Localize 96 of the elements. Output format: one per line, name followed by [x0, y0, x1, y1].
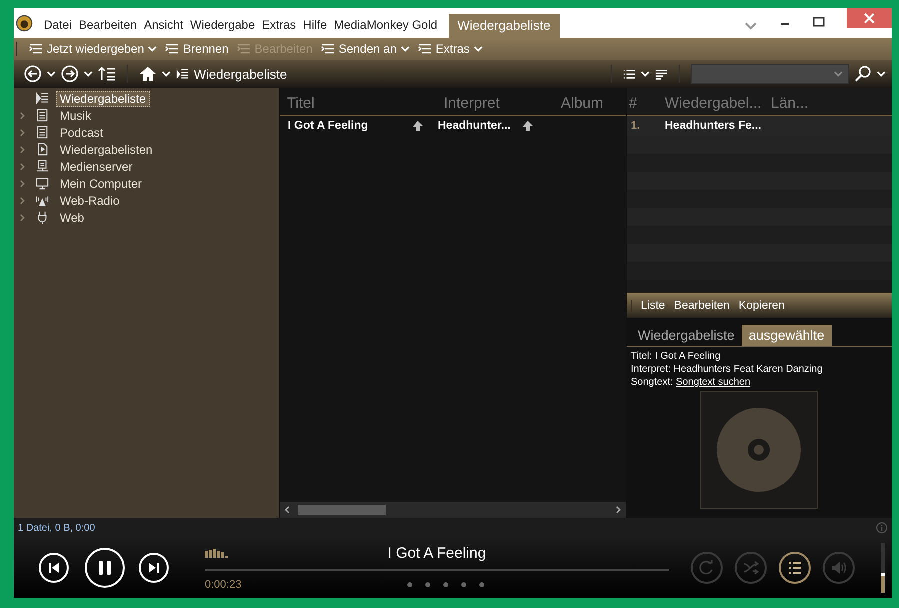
menu-item[interactable]: Ansicht — [141, 18, 188, 38]
antenna-icon — [36, 194, 49, 207]
column-header[interactable]: Wiedergabel... — [663, 95, 769, 112]
details-view-icon[interactable] — [655, 68, 668, 80]
expand-icon[interactable] — [20, 128, 26, 136]
info-label: Songtext: — [631, 377, 674, 388]
toolbar-icon — [236, 43, 251, 55]
scroll-left-icon[interactable] — [284, 506, 290, 514]
search-icon[interactable] — [854, 65, 872, 83]
toolbar-icon — [320, 43, 335, 55]
column-header[interactable]: Album — [554, 95, 604, 112]
menu-item[interactable]: Wiedergabe — [187, 18, 260, 38]
next-icon — [148, 562, 160, 574]
tree-item[interactable]: Medienserver — [56, 158, 137, 174]
repeat-icon — [699, 560, 715, 576]
server-icon — [36, 160, 49, 173]
previous-button[interactable] — [39, 553, 69, 583]
speaker-icon — [831, 560, 847, 576]
search-field[interactable] — [691, 64, 849, 84]
menu-item[interactable]: Extras — [259, 18, 300, 38]
toolbar-icon — [418, 43, 432, 55]
elapsed-time: 0:00:23 — [205, 579, 243, 591]
expand-icon[interactable] — [20, 146, 26, 154]
monitor-icon — [36, 177, 49, 190]
expand-icon[interactable] — [20, 196, 26, 204]
breadcrumb[interactable]: Wiedergabeliste — [194, 66, 288, 82]
app-logo-icon — [16, 14, 33, 32]
file-icon — [36, 143, 49, 156]
column-header[interactable]: Interpret — [437, 95, 554, 112]
column-header[interactable]: Titel — [280, 95, 437, 112]
menu-item[interactable]: Hilfe — [300, 18, 332, 38]
expand-icon[interactable] — [20, 180, 26, 188]
status-text: 1 Datei, 0 B, 0:00 — [18, 522, 96, 534]
tree-item[interactable]: Wiedergabeliste — [56, 90, 150, 106]
now-playing-title: I Got A Feeling — [386, 544, 488, 562]
track-number: 1. — [631, 120, 642, 132]
plug-icon — [36, 211, 49, 224]
tab[interactable]: Wiedergabeliste — [631, 325, 742, 346]
expand-icon[interactable] — [20, 112, 26, 120]
shuffle-icon — [743, 560, 759, 576]
page-dots[interactable] — [407, 582, 485, 588]
expand-icon[interactable] — [20, 162, 26, 170]
forward-icon[interactable] — [61, 65, 79, 83]
list-icon — [36, 109, 49, 122]
volume-slider[interactable] — [881, 543, 885, 593]
view-tab[interactable]: Wiedergabeliste — [448, 14, 560, 38]
arrow-up-icon — [412, 120, 424, 132]
list-icon — [787, 560, 803, 576]
tree-item[interactable]: Podcast — [56, 124, 108, 140]
tree-item[interactable]: Wiedergabelisten — [56, 142, 157, 158]
playlist-icon — [176, 68, 189, 80]
column-header[interactable]: # — [627, 95, 663, 112]
tab[interactable]: ausgewählte — [742, 325, 832, 346]
toolbar-button[interactable]: Senden an — [316, 42, 414, 56]
close-button[interactable] — [847, 8, 892, 28]
info-line: Titel: I Got A Feeling — [631, 350, 722, 363]
home-icon[interactable] — [139, 65, 157, 83]
table-cell-text: Headhunter... — [438, 120, 512, 132]
menu-item[interactable]: Kopieren — [738, 300, 785, 312]
playlist-button[interactable] — [779, 552, 811, 584]
table-cell-text: I Got A Feeling — [288, 120, 370, 132]
play-pause-button[interactable] — [85, 548, 125, 588]
up-list-icon[interactable] — [98, 65, 116, 83]
menu-item[interactable]: Bearbeiten — [76, 18, 142, 38]
lyrics-link[interactable]: Songtext suchen — [676, 377, 751, 388]
close-icon — [864, 12, 875, 24]
previous-icon — [48, 562, 60, 574]
pause-icon — [98, 560, 112, 576]
scroll-right-icon[interactable] — [616, 506, 622, 514]
caret-icon — [834, 71, 843, 77]
toolbar-icon — [29, 43, 43, 55]
maximize-icon[interactable] — [813, 17, 825, 27]
info-line: Interpret: Headhunters Feat Karen Danzing — [631, 363, 824, 376]
list-view-icon[interactable] — [623, 68, 636, 80]
toolbar-icon — [165, 43, 180, 55]
list-icon — [36, 126, 49, 139]
playlist-icon — [36, 92, 49, 105]
toolbar-button[interactable]: Jetzt wiedergeben — [25, 42, 162, 56]
tree-item[interactable]: Web — [56, 210, 88, 226]
back-icon[interactable] — [24, 65, 42, 83]
toolbar-button[interactable]: Extras — [414, 42, 487, 56]
tree-item[interactable]: Mein Computer — [56, 176, 146, 192]
toolbar-button[interactable]: Brennen — [161, 42, 233, 56]
tree-item[interactable]: Musik — [56, 108, 96, 124]
horizontal-scrollbar[interactable] — [280, 502, 626, 518]
next-button[interactable] — [139, 553, 169, 583]
tree-item[interactable]: Web-Radio — [56, 192, 124, 208]
table-cell: Headhunters Fe... — [665, 120, 762, 132]
expand-icon[interactable] — [20, 214, 26, 222]
column-header[interactable]: Län... — [769, 95, 809, 112]
menu-item[interactable]: Bearbeiten — [674, 300, 730, 312]
menu-item[interactable]: MediaMonkey Gold — [331, 18, 442, 38]
equalizer-icon — [205, 548, 229, 558]
menu-item[interactable]: Liste — [641, 300, 666, 312]
arrow-up-icon — [522, 120, 534, 132]
menu-item[interactable]: Datei — [41, 18, 76, 38]
